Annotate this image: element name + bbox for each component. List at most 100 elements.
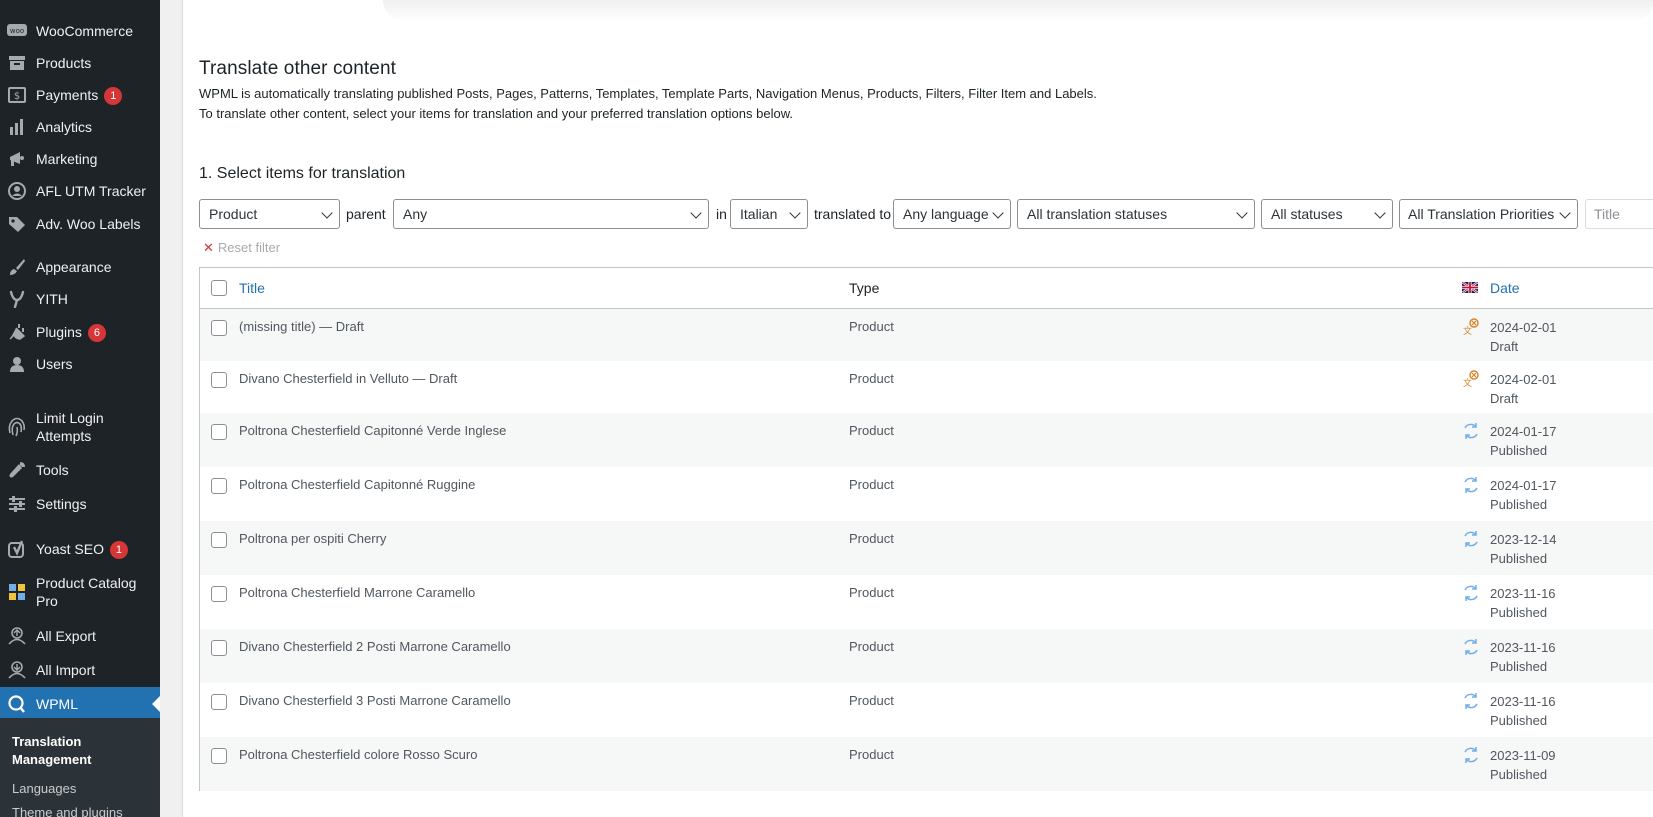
translation-status-select[interactable]: All translation statuses [1017,199,1255,229]
target-language-select[interactable]: Any language [893,199,1011,229]
row-checkbox[interactable] [211,320,227,336]
row-checkbox[interactable] [211,694,227,710]
sidebar-item-label: Product Catalog Pro [36,575,137,609]
post-status-select[interactable]: All statuses [1261,199,1393,229]
type-select-value: Product [209,206,258,222]
import-icon [7,660,27,680]
translation-in-progress-icon[interactable] [1462,692,1480,710]
table-row: Poltrona Chesterfield Capitonné Verde In… [200,413,1653,467]
sidebar-item-wpml[interactable]: WPML [0,687,160,721]
row-type: Product [849,639,894,654]
reset-filter-link[interactable]: ✕ Reset filter [203,240,280,256]
row-checkbox[interactable] [211,586,227,602]
row-status: Published [1490,713,1548,728]
svg-text:woo: woo [10,27,24,35]
sidebar-item-label: Tools [36,462,69,478]
post-status-value: All statuses [1271,206,1343,222]
needs-translation-icon[interactable]: 文 [1462,370,1480,388]
notification-badge: 1 [109,540,128,559]
sidebar-item-all-import[interactable]: All Import [0,653,160,687]
sidebar-item-limit-login-attempts[interactable]: Limit Login Attempts [0,403,160,451]
yith-icon [7,289,27,309]
uk-flag-icon [1462,282,1478,293]
notification-badge: 6 [87,323,106,342]
source-language-select[interactable]: Italian [730,199,808,229]
row-checkbox[interactable] [211,424,227,440]
column-title[interactable]: Title [239,268,265,308]
select-all-checkbox[interactable] [211,280,227,296]
sidebar-item-settings[interactable]: Settings [0,487,160,521]
row-date-status: 2023-11-16 Published [1490,584,1556,622]
row-checkbox[interactable] [211,478,227,494]
row-title: Poltrona Chesterfield colore Rosso Scuro [239,747,478,762]
sidebar-item-yith[interactable]: YITH [0,282,160,316]
in-label: in [716,206,727,222]
column-date[interactable]: Date [1490,268,1520,308]
title-search-input[interactable]: Title [1585,199,1653,229]
chevron-down-icon [992,207,1004,219]
wpml-icon [7,694,27,714]
row-title: Divano Chesterfield 3 Posti Marrone Cara… [239,693,511,708]
row-status: Published [1490,551,1548,566]
parent-select[interactable]: Any [393,199,709,229]
row-type: Product [849,319,894,334]
table-row: Poltrona Chesterfield Marrone Caramello … [200,575,1653,629]
sidebar-item-label: WooCommerce [36,23,133,39]
sidebar-item-users[interactable]: Users [0,347,160,381]
sidebar-item-payments[interactable]: $ Payments 1 [0,78,160,112]
tag-icon [7,214,27,234]
table-row: (missing title) — Draft Product 文 2024-0… [200,309,1653,361]
sidebar-item-marketing[interactable]: Marketing [0,142,160,176]
content-panel: Translate other content WPML is automati… [182,0,1653,817]
filter-bar: Product parent Any in Italian translated… [199,199,1653,229]
admin-sidebar: woo WooCommerce Products $ Payments 1 Ana… [0,0,160,817]
svg-text:$: $ [14,91,20,102]
sidebar-item-plugins[interactable]: Plugins 6 [0,315,160,349]
row-status: Published [1490,443,1548,458]
items-table: Title Type Date (missing title) — Draft … [199,267,1653,791]
source-language-value: Italian [740,206,778,222]
row-status: Published [1490,767,1548,782]
submenu-item-translation-management[interactable]: Translation Management [12,733,112,769]
row-date: 2024-02-01 [1490,320,1557,335]
submenu-item-theme-and-plugins[interactable]: Theme and plugins [12,804,123,817]
sidebar-item-afl-utm-tracker[interactable]: AFL UTM Tracker [0,174,160,208]
chevron-down-icon [1236,207,1248,219]
row-checkbox[interactable] [211,372,227,388]
sidebar-item-label: Products [36,55,92,71]
translation-in-progress-icon[interactable] [1462,422,1480,440]
megaphone-icon [7,149,27,169]
dollar-icon: $ [7,85,27,105]
translation-in-progress-icon[interactable] [1462,584,1480,602]
sidebar-item-woocommerce[interactable]: woo WooCommerce [0,14,160,48]
sidebar-item-adv-woo-labels[interactable]: Adv. Woo Labels [0,207,160,241]
row-checkbox[interactable] [211,748,227,764]
parent-label: parent [346,206,386,222]
sidebar-item-product-catalog-pro[interactable]: Product Catalog Pro [0,568,160,616]
row-checkbox[interactable] [211,532,227,548]
chevron-down-icon [1559,207,1571,219]
translation-in-progress-icon[interactable] [1462,476,1480,494]
chevron-down-icon [321,207,333,219]
fingerprint-icon [7,417,27,437]
translation-in-progress-icon[interactable] [1462,746,1480,764]
sidebar-item-all-export[interactable]: All Export [0,619,160,653]
submenu-item-languages[interactable]: Languages [12,780,76,798]
translation-in-progress-icon[interactable] [1462,638,1480,656]
row-date: 2023-12-14 [1490,532,1557,547]
row-checkbox[interactable] [211,640,227,656]
sidebar-item-tools[interactable]: Tools [0,453,160,487]
reset-filter-label: Reset filter [217,240,281,255]
row-type: Product [849,693,894,708]
paintbrush-icon [7,257,27,277]
priority-select[interactable]: All Translation Priorities [1399,199,1578,229]
needs-translation-icon[interactable]: 文 [1462,318,1480,336]
sidebar-item-analytics[interactable]: Analytics [0,110,160,144]
translation-in-progress-icon[interactable] [1462,530,1480,548]
row-date-status: 2023-11-09 Published [1490,746,1556,784]
sidebar-item-products[interactable]: Products [0,46,160,80]
close-icon: ✕ [203,240,214,255]
sidebar-item-yoast-seo[interactable]: Yoast SEO 1 [0,532,160,566]
type-select[interactable]: Product [199,199,340,229]
sidebar-item-appearance[interactable]: Appearance [0,250,160,284]
